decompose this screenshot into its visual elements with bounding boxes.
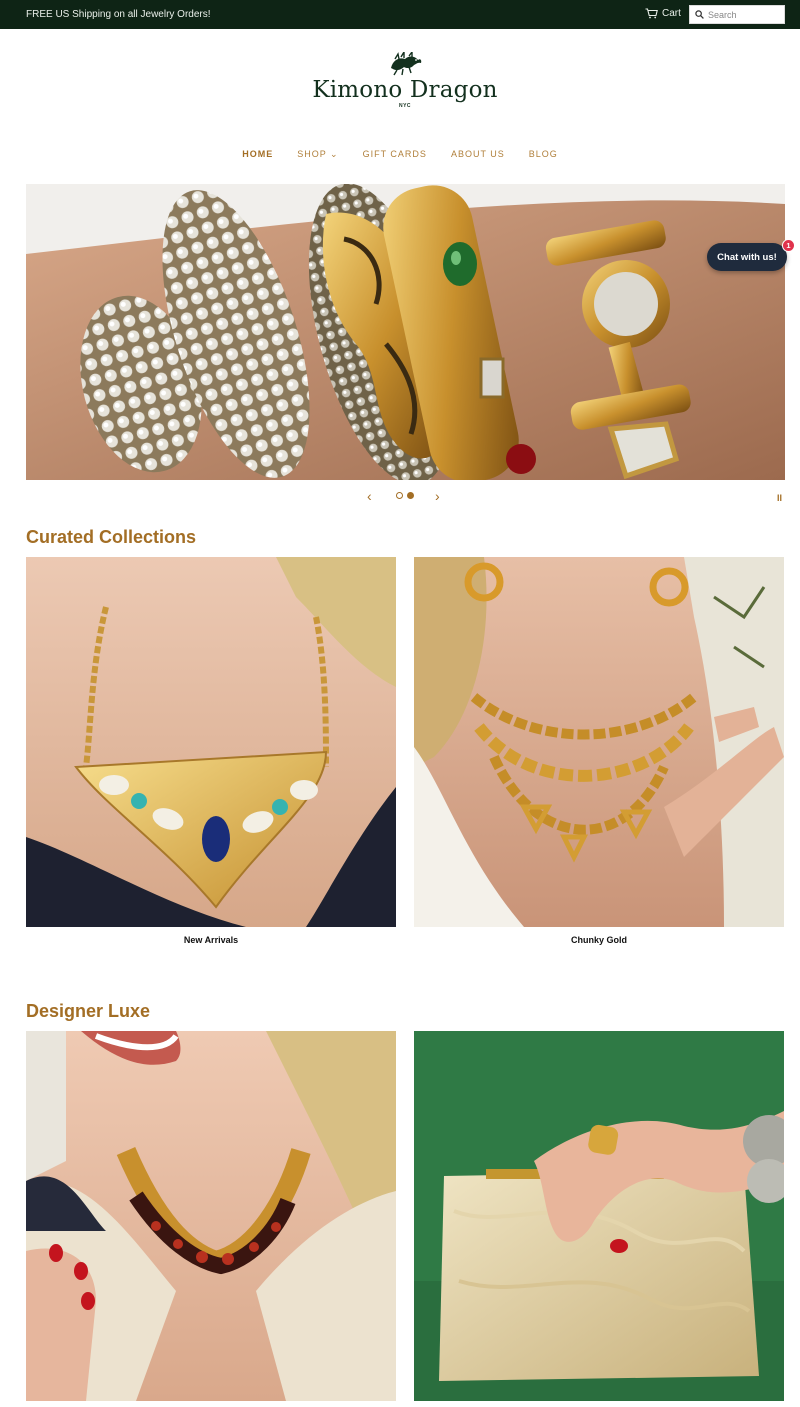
nav-about-us[interactable]: ABOUT US	[451, 149, 505, 160]
hero-slide-image[interactable]	[26, 184, 785, 480]
designer-tile-collar[interactable]	[26, 1031, 396, 1401]
nav-gift-cards[interactable]: GIFT CARDS	[363, 149, 427, 160]
section-title-curated: Curated Collections	[26, 527, 197, 547]
pause-slideshow-button[interactable]: II	[777, 493, 782, 503]
site-logo[interactable]: Kimono Dragon NYC	[300, 52, 510, 109]
cart-link[interactable]: Cart	[645, 8, 681, 19]
chat-widget-button[interactable]: Chat with us! 1	[707, 239, 795, 271]
section-title-designer: Designer Luxe	[26, 1001, 151, 1021]
brand-subtitle: NYC	[398, 103, 412, 109]
search-box[interactable]	[689, 5, 785, 24]
bracelets-photo	[26, 184, 785, 480]
collection-caption[interactable]: Chunky Gold	[414, 935, 784, 945]
search-input[interactable]	[708, 9, 782, 20]
nav-shop[interactable]: SHOP ⌄	[297, 149, 338, 160]
cart-icon	[645, 8, 658, 19]
nav-home[interactable]: HOME	[242, 149, 273, 160]
collection-tile-new-arrivals[interactable]	[26, 557, 396, 927]
chunky-chain-photo	[414, 557, 784, 927]
nav-blog[interactable]: BLOG	[529, 149, 558, 160]
slide-dot-1[interactable]	[396, 492, 403, 499]
search-icon	[695, 10, 704, 19]
gold-clutch-photo	[414, 1031, 784, 1401]
collar-necklace-photo	[26, 1031, 396, 1401]
next-slide-button[interactable]: ›	[435, 488, 440, 504]
dragon-logo-icon	[391, 52, 422, 76]
chat-unread-badge: 1	[782, 239, 795, 252]
cart-label: Cart	[662, 8, 681, 19]
slide-dot-2[interactable]	[407, 492, 414, 499]
promo-text: FREE US Shipping on all Jewelry Orders!	[26, 9, 211, 20]
announcement-bar: FREE US Shipping on all Jewelry Orders! …	[0, 0, 800, 29]
chat-label: Chat with us!	[717, 251, 777, 263]
collection-tile-chunky-gold[interactable]	[414, 557, 784, 927]
designer-tile-clutch[interactable]	[414, 1031, 784, 1401]
collection-caption[interactable]: New Arrivals	[26, 935, 396, 945]
necklace-pendant-photo	[26, 557, 396, 927]
main-nav: HOME SHOP ⌄ GIFT CARDS ABOUT US BLOG	[0, 149, 800, 160]
slideshow-controls: ‹ › II	[0, 488, 800, 504]
prev-slide-button[interactable]: ‹	[367, 488, 372, 504]
brand-name: Kimono Dragon	[312, 77, 498, 103]
